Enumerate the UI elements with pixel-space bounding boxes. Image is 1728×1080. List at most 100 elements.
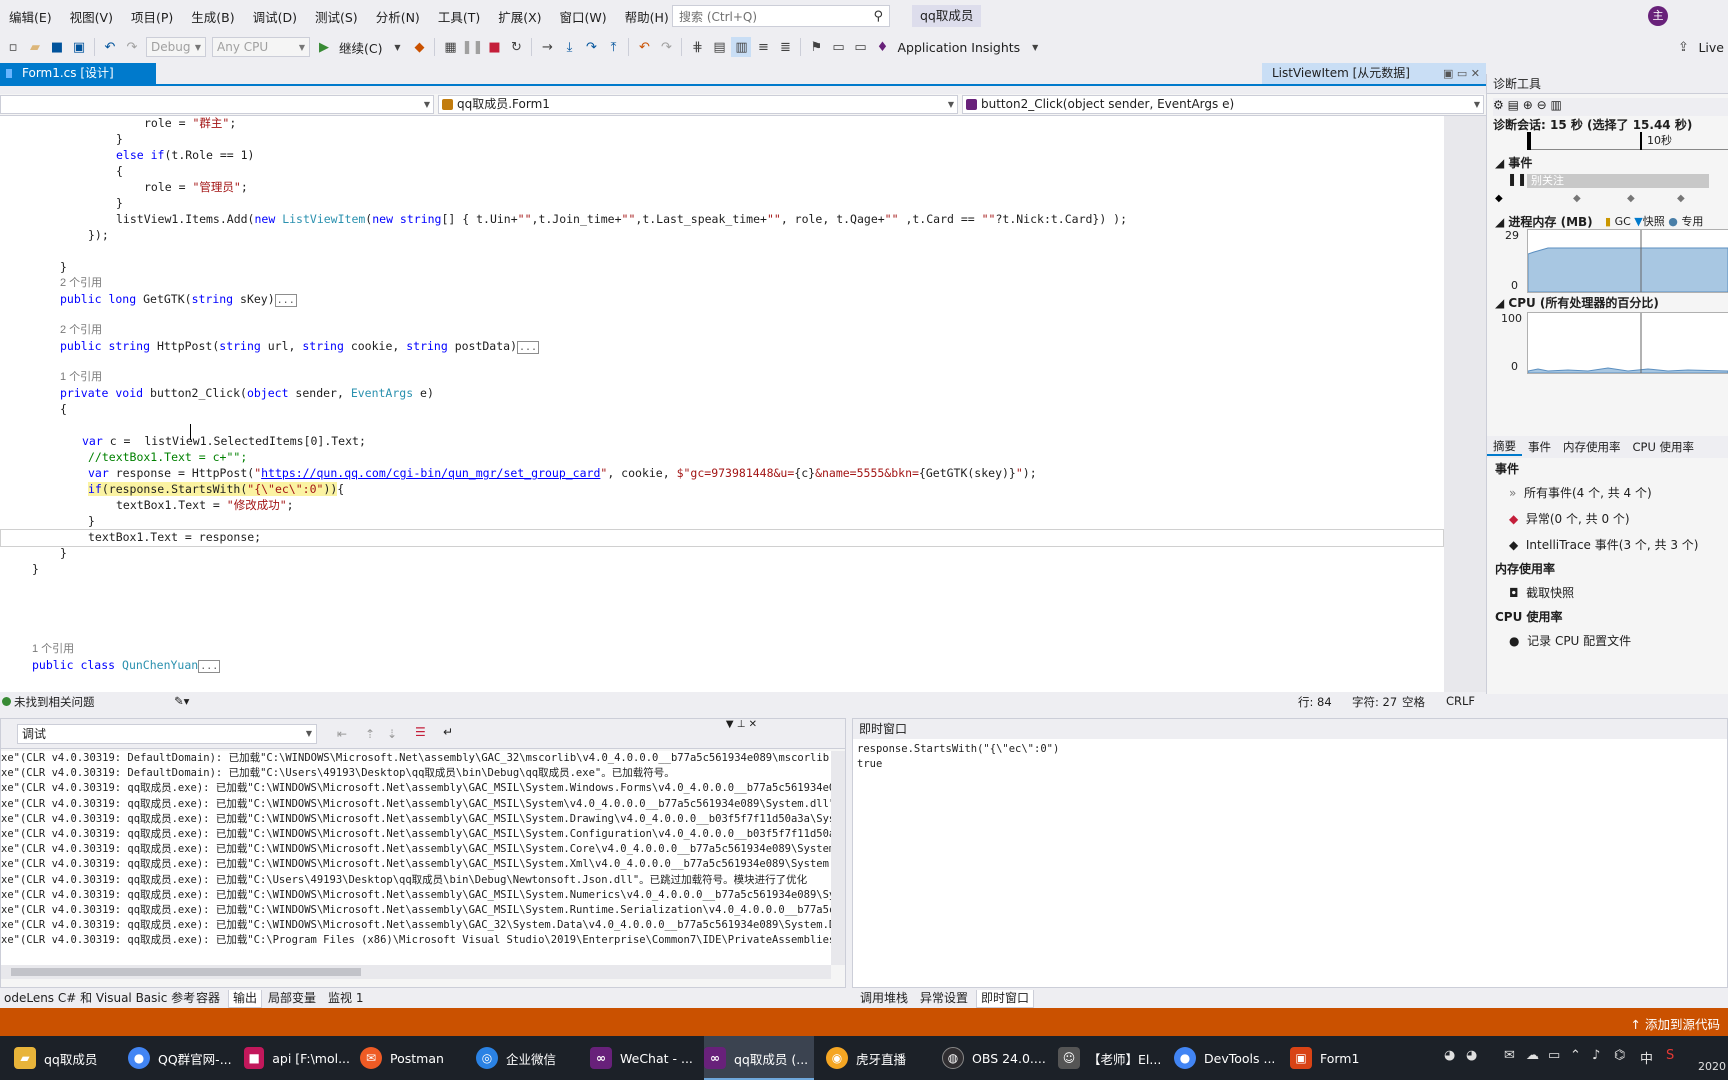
taskbar-item-wework[interactable]: ◎ 企业微信 <box>476 1036 572 1080</box>
output-source-select[interactable]: 调试 ▼ <box>17 724 317 744</box>
tab-codelens-ref[interactable]: odeLens C# 和 Visual Basic 参考 <box>0 990 199 1008</box>
restart-icon[interactable]: ↻ <box>506 37 526 57</box>
pause-icon[interactable]: ❚❚ <box>462 37 484 57</box>
save-icon[interactable]: ■ <box>47 37 67 57</box>
redo-icon[interactable]: ↷ <box>122 37 142 57</box>
menu-debug[interactable]: 调试(D) <box>244 7 306 26</box>
pause-events-icon[interactable]: ❚❚ <box>1507 172 1527 186</box>
tab-events[interactable]: 事件 <box>1522 439 1557 455</box>
tab-watch-1[interactable]: 监视 1 <box>324 990 367 1008</box>
zoom-out-icon[interactable]: ⊖ <box>1537 98 1547 112</box>
codelens-references[interactable]: 2 个引用 <box>60 322 102 338</box>
bookmark-icon[interactable]: ⚑ <box>806 37 826 57</box>
chevron-down-icon[interactable]: ▼ <box>1025 37 1045 57</box>
step-out-icon[interactable]: ⤒ <box>603 37 623 57</box>
memory-graph[interactable] <box>1527 229 1728 293</box>
taskbar-item-devtools[interactable]: ● DevTools ... <box>1174 1036 1280 1080</box>
diamond-icon[interactable]: ◆ <box>1677 193 1685 204</box>
open-folder-icon[interactable]: ▰ <box>25 37 45 57</box>
close-icon[interactable]: ✕ <box>1471 67 1480 80</box>
diamond-icon[interactable]: ◆ <box>1627 193 1635 204</box>
codelens-references[interactable]: 2 个引用 <box>60 275 102 291</box>
app-insights-button[interactable]: Application Insights <box>897 40 1020 55</box>
sogou-icon[interactable]: S <box>1666 1048 1674 1063</box>
immediate-window[interactable]: 即时窗口 response.StartsWith("{\"ec\":0") tr… <box>852 718 1728 988</box>
class-dropdown[interactable]: qq取成员.Form1 ▼ <box>438 95 958 114</box>
menu-view[interactable]: 视图(V) <box>61 7 122 26</box>
bookmark-next-icon[interactable]: ▭ <box>850 37 870 57</box>
events-filter-bar[interactable]: 别关注 <box>1527 174 1709 188</box>
collapsed-region[interactable]: ... <box>274 294 297 307</box>
selection-end-marker[interactable] <box>1640 132 1642 150</box>
tab-memory-usage[interactable]: 内存使用率 <box>1557 439 1627 455</box>
settings-icon[interactable]: ⚙ <box>1493 98 1504 112</box>
intellitrace-link[interactable]: ◆ IntelliTrace 事件(3 个, 共 3 个) <box>1509 536 1698 553</box>
taskbar-item-form1[interactable]: ▣ Form1 <box>1290 1036 1374 1080</box>
menu-analyze[interactable]: 分析(N) <box>367 7 429 26</box>
prev-message-icon[interactable]: ⇡ <box>365 727 375 741</box>
output-scrollbar[interactable] <box>831 751 845 965</box>
menu-tools[interactable]: 工具(T) <box>429 7 489 26</box>
layout-icon[interactable]: ▤ <box>709 37 729 57</box>
tab-immediate[interactable]: 即时窗口 <box>976 990 1035 1008</box>
menu-build[interactable]: 生成(B) <box>182 7 243 26</box>
continue-button[interactable]: 继续(C) <box>339 38 382 57</box>
hot-reload-icon[interactable]: ◆ <box>409 37 429 57</box>
scroll-thumb[interactable] <box>11 968 361 976</box>
menu-test[interactable]: 测试(S) <box>306 7 367 26</box>
ime-icon[interactable]: 中 <box>1640 1048 1653 1067</box>
output-hscrollbar[interactable] <box>1 965 831 979</box>
request-url[interactable]: https://qun.qq.com/cgi-bin/qun_mgr/set_g… <box>261 466 600 480</box>
tab-containers[interactable]: 容器 <box>192 990 224 1008</box>
clear-all-icon[interactable]: ☰ <box>415 725 426 739</box>
tab-locals[interactable]: 局部变量 <box>264 990 320 1008</box>
platform-select[interactable]: Any CPU ▼ <box>212 37 310 57</box>
output-text[interactable]: xe"(CLR v4.0.30319: DefaultDomain): 已加载"… <box>1 751 831 965</box>
pin-icon[interactable]: ⊥ <box>737 719 746 730</box>
collapsed-region[interactable]: ... <box>198 660 221 673</box>
qq-tray-icon[interactable]: ◕ <box>1466 1048 1477 1063</box>
cpu-graph[interactable] <box>1527 312 1728 374</box>
editor-scrollbar[interactable] <box>1444 116 1486 692</box>
step-over-icon[interactable]: ↷ <box>581 37 601 57</box>
taskbar-item-chrome[interactable]: ● QQ群官网-... <box>128 1036 234 1080</box>
app-insights-icon[interactable]: ♦ <box>872 37 892 57</box>
new-project-icon[interactable]: ▫ <box>3 37 23 57</box>
tab-listviewitem[interactable]: ListViewItem [从元数据] ▣ ▭ ✕ <box>1262 63 1486 84</box>
zoom-in-icon[interactable]: ⊕ <box>1523 98 1533 112</box>
record-cpu-button[interactable]: ● 记录 CPU 配置文件 <box>1509 632 1631 649</box>
step-into-icon[interactable]: ⤓ <box>559 37 579 57</box>
forward-icon[interactable]: ↷ <box>656 37 676 57</box>
chevron-up-icon[interactable]: ⌃ <box>1570 1048 1581 1063</box>
toggle-view-icon[interactable]: ▥ <box>731 37 752 57</box>
network-tray-icon[interactable]: ▭ <box>1548 1048 1560 1063</box>
live-share-icon[interactable]: ⇪ <box>1673 37 1693 57</box>
continue-icon[interactable]: ▶ <box>314 37 334 57</box>
tab-summary[interactable]: 摘要 <box>1487 438 1522 456</box>
word-wrap-icon[interactable]: ↵ <box>443 725 453 739</box>
next-message-icon[interactable]: ⇣ <box>387 727 397 741</box>
config-select[interactable]: Debug ▼ <box>146 37 206 57</box>
codelens-references[interactable]: 1 个引用 <box>32 641 74 657</box>
codelens-references[interactable]: 1 个引用 <box>60 369 102 385</box>
tab-exception-settings[interactable]: 异常设置 <box>916 990 972 1008</box>
menu-extensions[interactable]: 扩展(X) <box>489 7 550 26</box>
qq-tray-icon[interactable]: ◕ <box>1444 1048 1455 1063</box>
screenshot-icon[interactable]: ▦ <box>440 37 460 57</box>
brush-icon[interactable]: ✎▾ <box>174 694 189 708</box>
live-share-button[interactable]: Live <box>1698 40 1724 55</box>
chevron-down-icon[interactable]: ▼ <box>387 37 407 57</box>
network-icon[interactable]: ⌬ <box>1614 1048 1625 1063</box>
taskbar-item-wechat-vs[interactable]: ∞ WeChat - ... <box>590 1036 696 1080</box>
wechat-tray-icon[interactable]: ✉ <box>1504 1048 1515 1063</box>
diamond-icon[interactable]: ◆ <box>1495 193 1503 204</box>
menu-help[interactable]: 帮助(H) <box>616 7 678 26</box>
take-snapshot-button[interactable]: ◘ 截取快照 <box>1509 584 1574 601</box>
lock-icon[interactable]: ▣ <box>1443 67 1453 80</box>
menu-window[interactable]: 窗口(W) <box>551 7 616 26</box>
collapsed-region[interactable]: ... <box>517 341 540 354</box>
dropdown-icon[interactable]: ▼ <box>726 719 734 730</box>
taskbar-item-obs[interactable]: ◍ OBS 24.0.... <box>942 1036 1048 1080</box>
taskbar-item-teacher[interactable]: ☺ 【老师】El... <box>1058 1036 1164 1080</box>
comment-icon[interactable]: ≡ <box>753 37 773 57</box>
